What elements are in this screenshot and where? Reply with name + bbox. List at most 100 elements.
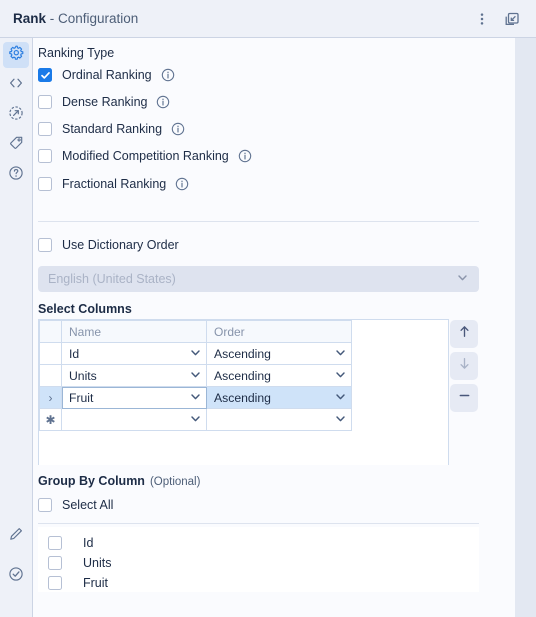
dense-ranking-checkbox[interactable] [38,95,52,109]
list-item[interactable]: Id [38,533,479,553]
fractional-ranking-checkbox[interactable] [38,177,52,191]
checkbox-select-all[interactable]: Select All [38,498,113,512]
table-row-selected[interactable]: › Fruit Ascending [39,386,352,409]
select-columns-table: Name Order Id Ascending Units Ascending … [39,320,352,431]
checkbox-label: Ordinal Ranking [62,68,152,82]
chevron-down-icon[interactable] [189,346,202,362]
info-icon[interactable] [161,68,175,82]
checkbox-fractional-ranking[interactable]: Fractional Ranking [38,177,189,191]
chevron-down-icon[interactable] [334,368,347,384]
table-header-row: Name Order [39,320,352,343]
row-selector-header [39,320,62,343]
modified-competition-ranking-checkbox[interactable] [38,149,52,163]
group-by-title: Group By Column [38,474,145,488]
new-row-marker[interactable]: ✱ [39,408,62,431]
pencil-icon [8,526,24,547]
cell-name[interactable]: Units [61,364,207,387]
group-by-divider [38,523,479,524]
remove-row-button[interactable] [450,384,478,412]
cell-order-value: Ascending [214,346,271,361]
checkbox-label: Dense Ranking [62,95,148,109]
table-row-new[interactable]: ✱ [39,408,352,431]
standard-ranking-checkbox[interactable] [38,122,52,136]
sidebar-item-help[interactable] [3,162,29,188]
cell-name[interactable] [61,408,207,431]
arrow-up-icon [457,324,472,344]
info-icon[interactable] [238,149,252,163]
checkbox-ordinal-ranking[interactable]: Ordinal Ranking [38,68,175,82]
locale-select[interactable]: English (United States) [38,266,479,292]
cell-name[interactable]: Id [61,342,207,365]
chevron-down-icon[interactable] [334,412,347,428]
cell-order[interactable] [206,408,352,431]
checkbox-label: Fractional Ranking [62,177,167,191]
select-all-checkbox[interactable] [38,498,52,512]
sidebar-item-code[interactable] [3,72,29,98]
export-circle-icon [8,105,24,126]
chevron-down-icon[interactable] [334,346,347,362]
info-icon[interactable] [156,95,170,109]
cell-order[interactable]: Ascending [206,386,352,409]
row-selector-cell[interactable]: › [39,386,62,409]
group-by-column-list: Id Units Fruit [38,527,479,592]
row-selector-cell[interactable] [39,342,62,365]
cell-name[interactable]: Fruit [61,386,207,409]
checkbox-standard-ranking[interactable]: Standard Ranking [38,122,185,136]
ranking-type-heading: Ranking Type [38,46,115,60]
check-icon [40,71,50,79]
group-by-fruit-checkbox[interactable] [48,576,62,590]
checkbox-label: Select All [62,498,114,512]
cell-order[interactable]: Ascending [206,342,352,365]
chevron-down-icon[interactable] [189,390,202,406]
more-vertical-icon[interactable] [470,7,494,31]
table-row[interactable]: Id Ascending [39,342,352,365]
minus-icon [457,388,472,408]
sidebar-item-edit[interactable] [3,523,29,549]
sidebar-item-tags[interactable] [3,132,29,158]
group-by-units-checkbox[interactable] [48,556,62,570]
list-item-label: Id [83,536,94,550]
chevron-down-icon [456,271,469,287]
sidebar-item-validate[interactable] [3,563,29,589]
sidebar-item-configuration[interactable] [3,42,29,68]
window-titlebar: Rank - Configuration [0,0,536,38]
panel-scroll-gutter[interactable] [515,38,536,617]
checkbox-dense-ranking[interactable]: Dense Ranking [38,95,170,109]
move-down-button[interactable] [450,352,478,380]
list-item-label: Units [83,556,112,570]
section-divider [38,221,479,222]
checkbox-use-dictionary-order[interactable]: Use Dictionary Order [38,238,179,252]
move-up-button[interactable] [450,320,478,348]
checkbox-label: Modified Competition Ranking [62,149,229,163]
group-by-id-checkbox[interactable] [48,536,62,550]
select-columns-heading: Select Columns [38,302,132,316]
info-icon[interactable] [175,177,189,191]
gear-icon [8,45,24,66]
chevron-down-icon[interactable] [189,368,202,384]
group-by-heading: Group By Column (Optional) [38,474,200,488]
chevron-down-icon[interactable] [189,412,202,428]
info-icon[interactable] [171,122,185,136]
locale-select-value: English (United States) [48,272,176,286]
tag-icon [8,135,24,156]
list-item[interactable]: Units [38,553,479,573]
table-row[interactable]: Units Ascending [39,364,352,387]
page-title: Rank - Configuration [13,11,138,26]
chevron-down-icon[interactable] [334,390,347,406]
use-dictionary-order-checkbox[interactable] [38,238,52,252]
cell-order[interactable]: Ascending [206,364,352,387]
list-item[interactable]: Fruit [38,573,479,593]
tool-rail-bottom-group [3,523,29,603]
list-item-label: Fruit [83,576,108,590]
select-columns-grid-container: Name Order Id Ascending Units Ascending … [38,319,449,465]
cell-order-value: Ascending [214,390,271,405]
sidebar-item-export[interactable] [3,102,29,128]
ordinal-ranking-checkbox[interactable] [38,68,52,82]
code-icon [8,75,24,96]
restore-window-icon[interactable] [500,7,524,31]
row-selector-cell[interactable] [39,364,62,387]
tool-rail-top-group [3,42,29,192]
grid-empty-area [39,431,448,465]
cell-name-value: Units [69,368,97,383]
checkbox-modified-competition-ranking[interactable]: Modified Competition Ranking [38,149,252,163]
